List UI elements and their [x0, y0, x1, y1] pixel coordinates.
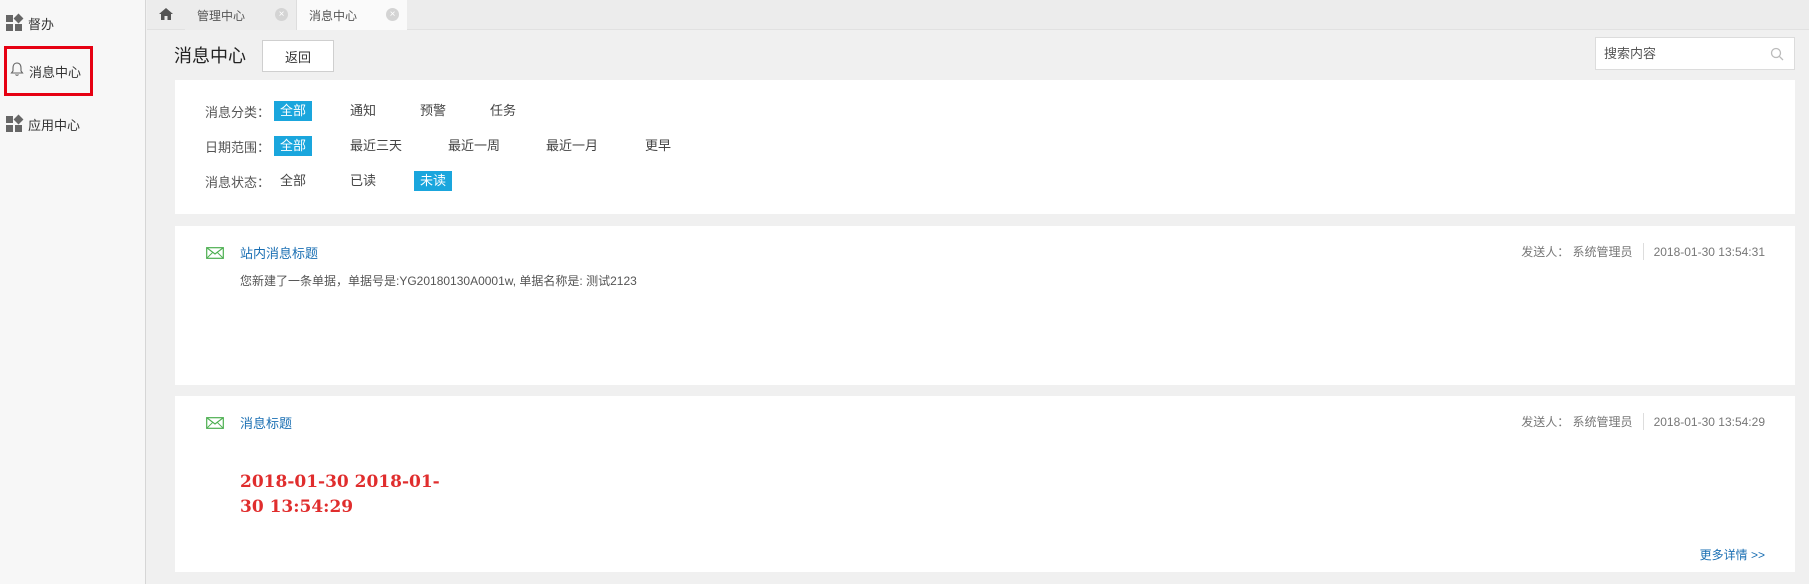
- search-icon[interactable]: [1770, 47, 1784, 64]
- search-box: [1595, 37, 1795, 70]
- filter-panel: 消息分类： 全部 通知 预警 任务 日期范围： 全部 最近三天 最近一周 最近一…: [175, 80, 1795, 214]
- home-button[interactable]: [147, 0, 185, 30]
- message-card: 站内消息标题 发送人： 系统管理员 2018-01-30 13:54:31 您新…: [175, 226, 1795, 385]
- message-meta: 发送人： 系统管理员 2018-01-30 13:54:31: [1521, 243, 1765, 260]
- filter-label: 消息状态：: [205, 174, 271, 190]
- grid-icon: [6, 114, 24, 132]
- message-highlight-body: 2018-01-30 2018-01-30 13:54:29: [240, 472, 440, 517]
- message-time: 2018-01-30 13:54:29: [1653, 414, 1765, 429]
- filter-option-date-week[interactable]: 最近一周: [442, 136, 506, 156]
- search-input[interactable]: [1604, 46, 1764, 61]
- back-button[interactable]: 返回: [262, 40, 334, 72]
- filter-option-date-earlier[interactable]: 更早: [639, 136, 677, 156]
- sidebar-item-app-center[interactable]: 应用中心: [0, 109, 146, 139]
- message-meta: 发送人： 系统管理员 2018-01-30 13:54:29: [1521, 413, 1765, 430]
- sidebar-item-duban[interactable]: 督办: [0, 8, 146, 38]
- tab-management-center[interactable]: 管理中心 ×: [185, 0, 297, 30]
- close-icon[interactable]: ×: [386, 8, 399, 21]
- message-sender: 发送人： 系统管理员: [1521, 413, 1644, 430]
- message-title-link[interactable]: 消息标题: [240, 413, 292, 432]
- message-card: 消息标题 发送人： 系统管理员 2018-01-30 13:54:29 2018…: [175, 396, 1795, 572]
- more-details-link[interactable]: 更多详情 >>: [1700, 546, 1765, 563]
- filter-row-category: 消息分类：: [205, 100, 275, 122]
- filter-option-category-task[interactable]: 任务: [484, 101, 522, 121]
- sidebar-item-label: 应用中心: [28, 117, 81, 133]
- filter-option-status-read[interactable]: 已读: [344, 171, 382, 191]
- sidebar: 督办 消息中心 应用中心: [0, 0, 146, 584]
- message-body: 您新建了一条单据，单据号是:YG20180130A0001w, 单据名称是: 测…: [240, 274, 637, 288]
- tab-label: 管理中心: [197, 8, 246, 23]
- bell-icon: [10, 62, 24, 80]
- grid-icon: [6, 13, 24, 31]
- tab-label: 消息中心: [309, 8, 358, 23]
- home-icon: [158, 7, 174, 24]
- filter-row-date: 日期范围：: [205, 135, 275, 157]
- filter-option-date-all[interactable]: 全部: [274, 136, 313, 156]
- filter-option-category-warning[interactable]: 预警: [414, 101, 452, 121]
- page-title: 消息中心: [174, 46, 246, 66]
- sidebar-item-label: 督办: [28, 16, 55, 32]
- sidebar-item-message-center[interactable]: 消息中心: [4, 46, 93, 96]
- filter-option-status-all[interactable]: 全部: [274, 171, 312, 191]
- filter-option-date-3days[interactable]: 最近三天: [344, 136, 408, 156]
- filter-option-category-notice[interactable]: 通知: [344, 101, 382, 121]
- message-sender: 发送人： 系统管理员: [1521, 243, 1644, 260]
- mail-icon: [206, 247, 224, 262]
- filter-label: 消息分类：: [205, 104, 271, 120]
- filter-row-status: 消息状态：: [205, 170, 275, 192]
- close-icon[interactable]: ×: [275, 8, 288, 21]
- filter-option-status-unread[interactable]: 未读: [414, 171, 453, 191]
- message-title-link[interactable]: 站内消息标题: [240, 243, 318, 262]
- filter-label: 日期范围：: [205, 139, 271, 155]
- mail-icon: [206, 417, 224, 432]
- filter-option-date-month[interactable]: 最近一月: [540, 136, 604, 156]
- sidebar-item-label: 消息中心: [29, 64, 82, 80]
- tab-message-center[interactable]: 消息中心 ×: [297, 0, 407, 30]
- filter-option-category-all[interactable]: 全部: [274, 101, 313, 121]
- message-time: 2018-01-30 13:54:31: [1653, 244, 1765, 259]
- tab-bar: 管理中心 × 消息中心 ×: [147, 0, 1809, 30]
